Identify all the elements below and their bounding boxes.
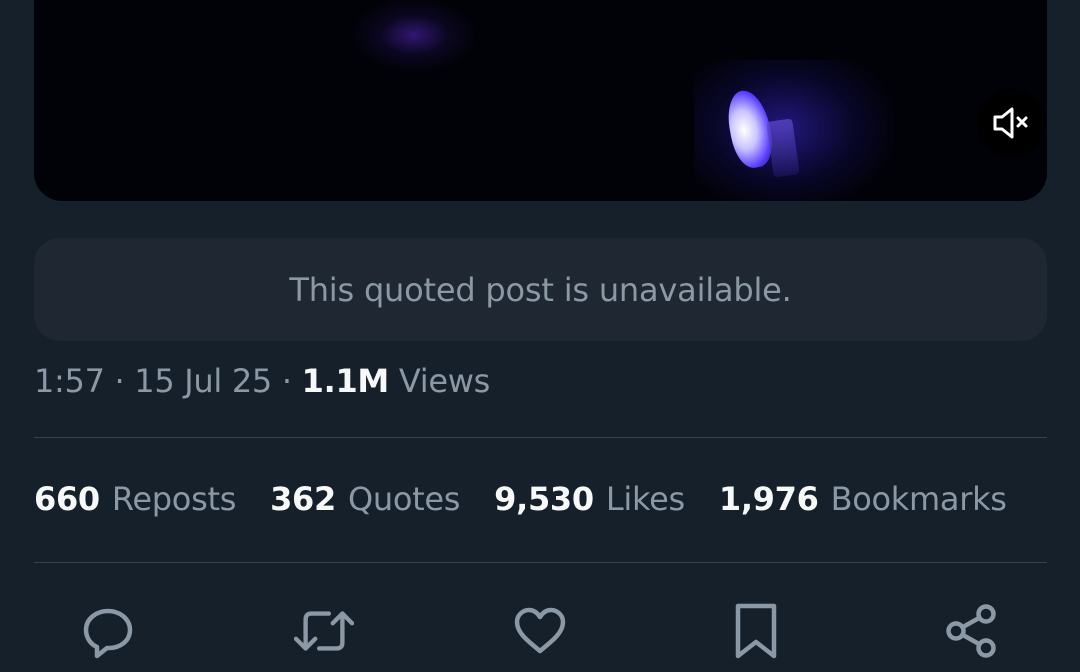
reposts-count: 660 (34, 480, 100, 518)
divider (34, 437, 1047, 438)
post-time[interactable]: 1:57 (34, 362, 105, 400)
quoted-post-unavailable: This quoted post is unavailable. (34, 238, 1047, 341)
likes-count: 9,530 (494, 480, 594, 518)
heart-icon (514, 607, 566, 654)
post-detail: This quoted post is unavailable. 1:57 · … (0, 0, 1080, 672)
video-frame-glow (694, 60, 894, 201)
post-date[interactable]: 15 Jul 25 (134, 362, 272, 400)
reply-button[interactable] (78, 600, 138, 662)
like-button[interactable] (510, 600, 570, 662)
share-icon (946, 604, 996, 658)
meta-separator: · (104, 362, 135, 400)
bookmarks-stat[interactable]: 1,976 Bookmarks (719, 480, 1007, 524)
reposts-stat[interactable]: 660 Reposts (34, 480, 236, 524)
quotes-label: Quotes (347, 480, 461, 518)
video-frame-glow (354, 0, 474, 70)
reply-icon (83, 608, 133, 659)
bookmarks-count: 1,976 (718, 480, 819, 518)
repost-icon (294, 611, 354, 651)
views-count[interactable]: 1.1M (302, 362, 390, 400)
meta-separator: · (272, 362, 302, 400)
quoted-post-message: This quoted post is unavailable. (289, 270, 792, 309)
quotes-stat[interactable]: 362 Quotes (270, 480, 460, 524)
bookmark-button[interactable] (726, 600, 786, 662)
quotes-count: 362 (270, 480, 336, 518)
action-bar (0, 600, 1080, 662)
views-label[interactable]: Views (399, 362, 490, 400)
bookmark-icon (735, 603, 777, 659)
reposts-label: Reposts (111, 480, 237, 518)
likes-stat[interactable]: 9,530 Likes (494, 480, 685, 524)
bookmarks-label: Bookmarks (830, 480, 1007, 518)
video-player[interactable] (34, 0, 1047, 201)
post-meta: 1:57 · 15 Jul 25 · 1.1M Views (34, 362, 490, 404)
repost-button[interactable] (294, 600, 354, 662)
speaker-muted-icon (993, 107, 1028, 139)
divider (34, 562, 1047, 563)
share-button[interactable] (942, 600, 1002, 662)
unmute-button[interactable] (977, 89, 1045, 157)
engagement-stats: 660 Reposts 362 Quotes 9,530 Likes 1,976 Boo… (34, 480, 1041, 524)
likes-label: Likes (605, 480, 685, 518)
